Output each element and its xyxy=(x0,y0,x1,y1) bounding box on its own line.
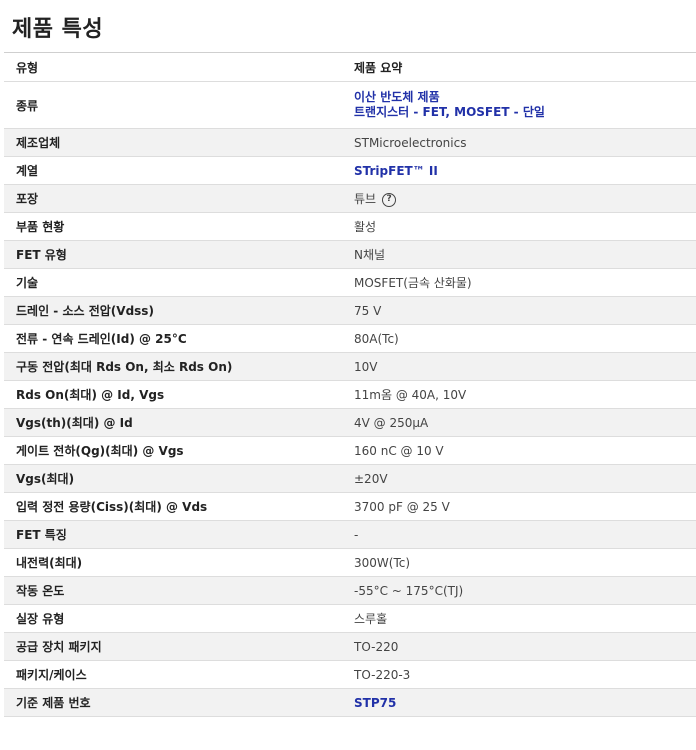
table-row: 부품 현황 활성 xyxy=(4,213,696,241)
packaging-value: 튜브? xyxy=(340,190,696,207)
row-label: 실장 유형 xyxy=(16,612,65,626)
current-value: 80A(Tc) xyxy=(354,331,399,346)
table-row: 입력 정전 용량(Ciss)(최대) @ Vds 3700 pF @ 25 V xyxy=(4,493,696,521)
help-icon[interactable]: ? xyxy=(382,192,397,207)
table-row: 제조업체 STMicroelectronics xyxy=(4,129,696,157)
rds-on-value: 11m옴 @ 40A, 10V xyxy=(354,388,467,402)
table-row: 기준 제품 번호 STP75 xyxy=(4,689,696,717)
row-label: 패키지/케이스 xyxy=(16,668,87,682)
header-summary: 제품 요약 xyxy=(354,60,403,75)
table-header-row: 유형 제품 요약 xyxy=(4,53,696,82)
category-value: 이산 반도체 제품 트랜지스터 - FET, MOSFET - 단일 xyxy=(340,90,696,120)
row-label: 포장 xyxy=(16,192,39,206)
row-label: FET 특징 xyxy=(16,528,67,542)
table-row: 게이트 전하(Qg)(최대) @ Vgs 160 nC @ 10 V xyxy=(4,437,696,465)
gate-charge-value: 160 nC @ 10 V xyxy=(354,443,444,458)
row-label: Vgs(최대) xyxy=(16,472,75,486)
table-row: 포장 튜브? xyxy=(4,185,696,213)
manufacturer-value: STMicroelectronics xyxy=(354,135,467,150)
table-row: 공급 장치 패키지 TO-220 xyxy=(4,633,696,661)
operating-temp-value: -55°C ~ 175°C(TJ) xyxy=(354,583,464,598)
vdss-value: 75 V xyxy=(354,303,382,318)
power-value: 300W(Tc) xyxy=(354,555,411,570)
table-row: 실장 유형 스루홀 xyxy=(4,605,696,633)
base-part-link[interactable]: STP75 xyxy=(354,696,396,710)
table-row: 전류 - 연속 드레인(Id) @ 25°C 80A(Tc) xyxy=(4,325,696,353)
vgs-th-value: 4V @ 250µA xyxy=(354,415,429,430)
table-row: 계열 STripFET™ II xyxy=(4,157,696,185)
table-row: Rds On(최대) @ Id, Vgs 11m옴 @ 40A, 10V xyxy=(4,381,696,409)
row-label: 공급 장치 패키지 xyxy=(16,640,102,654)
row-label: 제조업체 xyxy=(16,136,61,150)
row-label: 작동 온도 xyxy=(16,584,65,598)
row-label: 기술 xyxy=(16,276,39,290)
row-label: 내전력(최대) xyxy=(16,556,83,570)
table-row: 드레인 - 소스 전압(Vdss) 75 V xyxy=(4,297,696,325)
series-link[interactable]: STripFET™ II xyxy=(354,164,438,178)
table-row: 내전력(최대) 300W(Tc) xyxy=(4,549,696,577)
drive-voltage-value: 10V xyxy=(354,359,378,374)
table-row: 패키지/케이스 TO-220-3 xyxy=(4,661,696,689)
row-label: 전류 - 연속 드레인(Id) @ 25°C xyxy=(16,332,187,346)
row-label: 입력 정전 용량(Ciss)(최대) @ Vds xyxy=(16,500,208,514)
row-label: 계열 xyxy=(16,164,39,178)
mounting-type-value: 스루홀 xyxy=(354,612,388,626)
table-row: 구동 전압(최대 Rds On, 최소 Rds On) 10V xyxy=(4,353,696,381)
packaging-text: 튜브 xyxy=(354,192,377,206)
base-part-value: STP75 xyxy=(340,696,696,710)
row-label: FET 유형 xyxy=(16,248,67,262)
table-row: Vgs(th)(최대) @ Id 4V @ 250µA xyxy=(4,409,696,437)
row-label: 드레인 - 소스 전압(Vdss) xyxy=(16,304,154,318)
row-label: 구동 전압(최대 Rds On, 최소 Rds On) xyxy=(16,360,233,374)
part-status-value: 활성 xyxy=(354,220,377,234)
table-row: FET 유형 N채널 xyxy=(4,241,696,269)
table-row: 기술 MOSFET(금속 산화물) xyxy=(4,269,696,297)
category-link-discrete[interactable]: 이산 반도체 제품 xyxy=(354,90,440,104)
table-row: Vgs(최대) ±20V xyxy=(4,465,696,493)
fet-type-value: N채널 xyxy=(354,248,386,262)
header-type: 유형 xyxy=(16,60,39,75)
fet-feature-value: - xyxy=(354,527,359,542)
product-attributes-table: 유형 제품 요약 종류 이산 반도체 제품 트랜지스터 - FET, MOSFE… xyxy=(4,52,696,717)
row-label: Vgs(th)(최대) @ Id xyxy=(16,416,133,430)
series-value: STripFET™ II xyxy=(340,164,696,178)
row-label: 부품 현황 xyxy=(16,220,65,234)
input-capacitance-value: 3700 pF @ 25 V xyxy=(354,499,450,514)
table-row: 종류 이산 반도체 제품 트랜지스터 - FET, MOSFET - 단일 xyxy=(4,82,696,129)
technology-value: MOSFET(금속 산화물) xyxy=(354,276,472,290)
vgs-max-value: ±20V xyxy=(354,471,388,486)
page-title: 제품 특성 xyxy=(12,17,104,42)
table-row: FET 특징 - xyxy=(4,521,696,549)
row-label: 기준 제품 번호 xyxy=(16,696,91,710)
table-row: 작동 온도 -55°C ~ 175°C(TJ) xyxy=(4,577,696,605)
row-label: 게이트 전하(Qg)(최대) @ Vgs xyxy=(16,444,184,458)
row-label: Rds On(최대) @ Id, Vgs xyxy=(16,388,165,402)
category-link-fet[interactable]: 트랜지스터 - FET, MOSFET - 단일 xyxy=(354,105,545,119)
supplier-package-value: TO-220 xyxy=(354,639,399,654)
row-label: 종류 xyxy=(16,98,39,113)
package-case-value: TO-220-3 xyxy=(354,667,411,682)
